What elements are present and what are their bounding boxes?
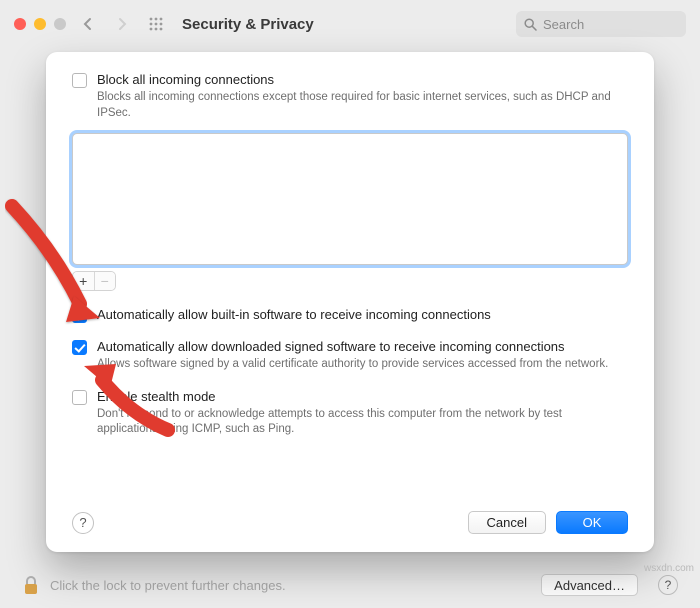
remove-app-button[interactable]: − bbox=[94, 272, 116, 290]
add-remove-controls: + − bbox=[72, 271, 116, 291]
search-field[interactable]: Search bbox=[516, 11, 686, 37]
auto-builtin-row: Automatically allow built-in software to… bbox=[72, 307, 628, 323]
titlebar: Security & Privacy Search bbox=[0, 0, 700, 48]
search-icon bbox=[524, 18, 537, 31]
zoom-window-button[interactable] bbox=[54, 18, 66, 30]
help-button[interactable]: ? bbox=[658, 575, 678, 595]
applications-list[interactable] bbox=[72, 133, 628, 265]
firewall-options-sheet: Block all incoming connections Blocks al… bbox=[46, 52, 654, 552]
cancel-button[interactable]: Cancel bbox=[468, 511, 546, 534]
window-title: Security & Privacy bbox=[182, 16, 314, 33]
stealth-desc: Don't respond to or acknowledge attempts… bbox=[97, 407, 628, 438]
auto-downloaded-row: Automatically allow downloaded signed so… bbox=[72, 339, 628, 373]
auto-builtin-label: Automatically allow built-in software to… bbox=[97, 307, 628, 322]
show-all-button[interactable] bbox=[144, 12, 168, 36]
stealth-row: Enable stealth mode Don't respond to or … bbox=[72, 389, 628, 438]
lock-text: Click the lock to prevent further change… bbox=[50, 578, 286, 593]
block-all-checkbox[interactable] bbox=[72, 73, 87, 88]
forward-button[interactable] bbox=[110, 12, 134, 36]
ok-button[interactable]: OK bbox=[556, 511, 628, 534]
block-all-row: Block all incoming connections Blocks al… bbox=[72, 72, 628, 121]
lock-icon[interactable] bbox=[22, 574, 40, 596]
sheet-help-button[interactable]: ? bbox=[72, 512, 94, 534]
add-app-button[interactable]: + bbox=[73, 272, 94, 290]
search-placeholder: Search bbox=[543, 17, 584, 32]
auto-downloaded-desc: Allows software signed by a valid certif… bbox=[97, 357, 628, 373]
minimize-window-button[interactable] bbox=[34, 18, 46, 30]
stealth-label: Enable stealth mode bbox=[97, 389, 628, 404]
stealth-checkbox[interactable] bbox=[72, 390, 87, 405]
window-controls bbox=[14, 18, 66, 30]
auto-builtin-checkbox[interactable] bbox=[72, 308, 87, 323]
preferences-window: Security & Privacy Search Click the lock… bbox=[0, 0, 700, 608]
watermark: wsxdn.com bbox=[644, 563, 694, 574]
back-button[interactable] bbox=[76, 12, 100, 36]
close-window-button[interactable] bbox=[14, 18, 26, 30]
block-all-label: Block all incoming connections bbox=[97, 72, 628, 87]
advanced-button[interactable]: Advanced… bbox=[541, 574, 638, 596]
block-all-desc: Blocks all incoming connections except t… bbox=[97, 90, 628, 121]
pane-footer: Click the lock to prevent further change… bbox=[0, 562, 700, 608]
auto-downloaded-checkbox[interactable] bbox=[72, 340, 87, 355]
sheet-footer: ? Cancel OK bbox=[72, 511, 628, 534]
auto-downloaded-label: Automatically allow downloaded signed so… bbox=[97, 339, 628, 354]
